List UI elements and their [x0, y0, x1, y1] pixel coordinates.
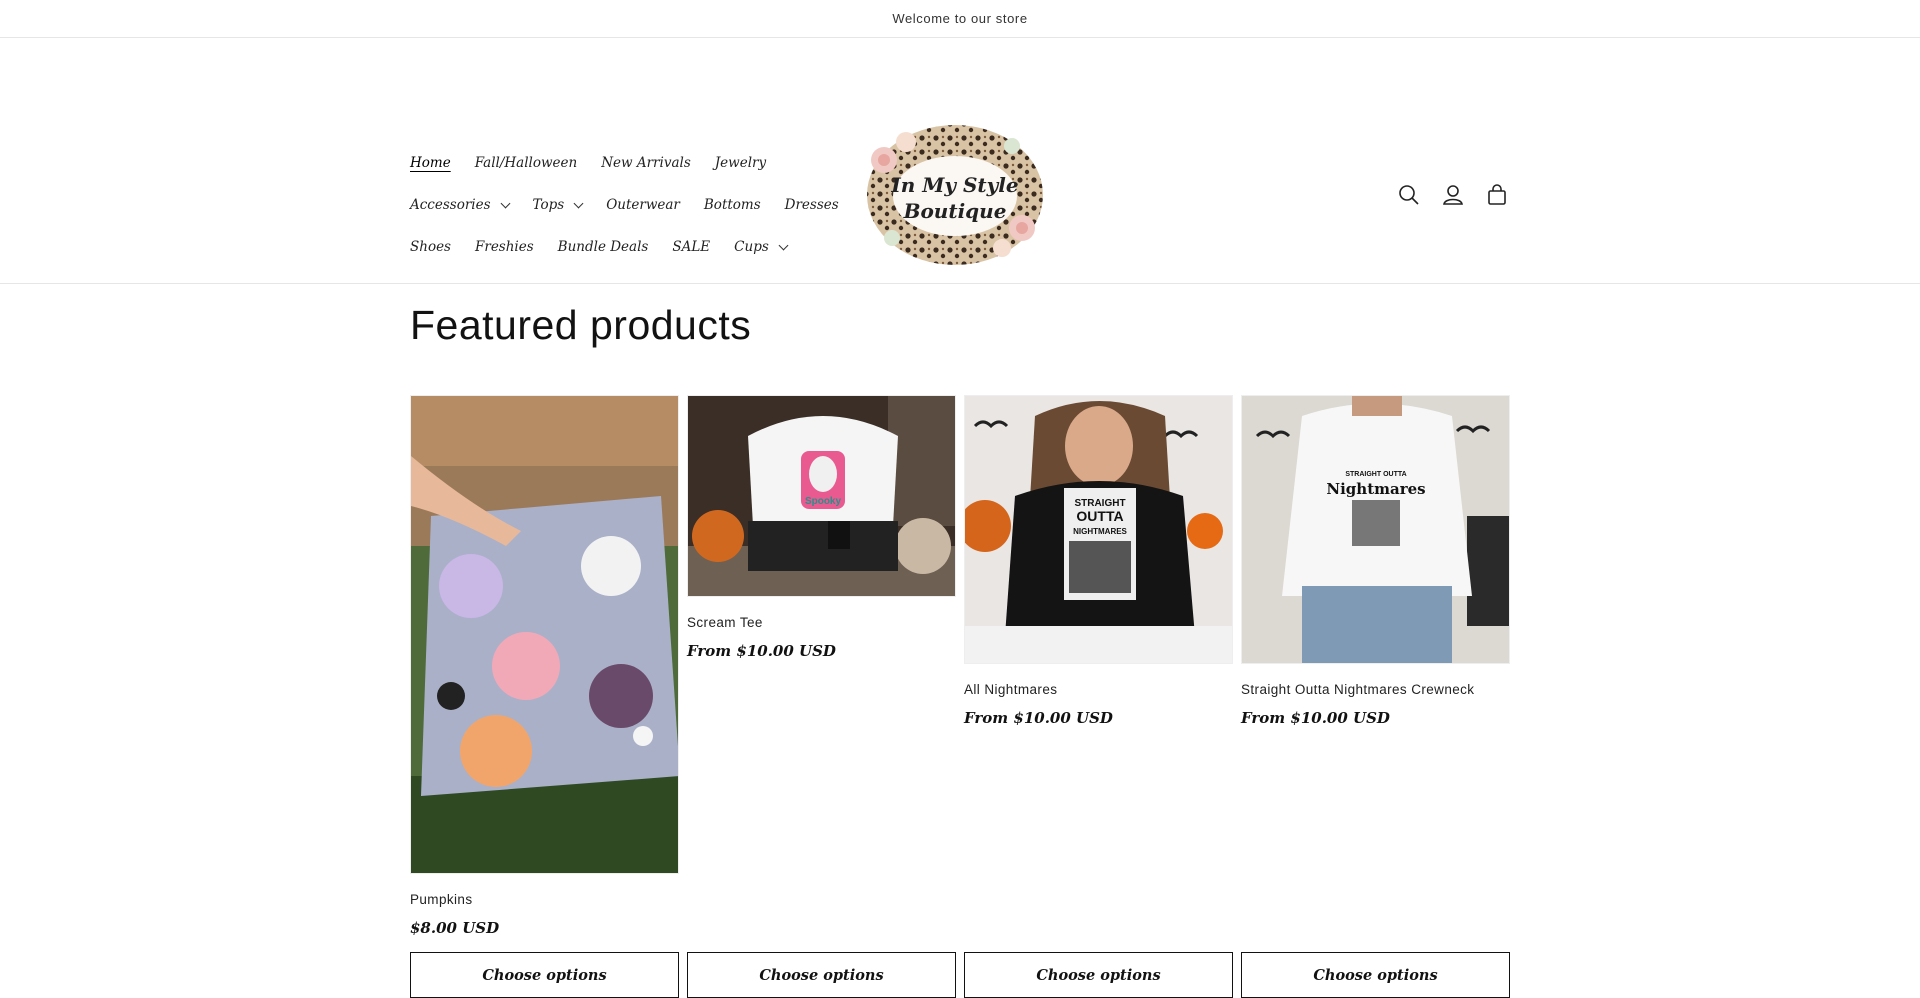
- logo-text-line2: Boutique: [903, 199, 1007, 223]
- nav-dresses[interactable]: Dresses: [785, 197, 839, 213]
- main-nav: Home Fall/Halloween New Arrivals Jewelry…: [410, 142, 839, 268]
- nav-accessories-label: Accessories: [410, 197, 491, 213]
- product-price: From $10.00 USD: [964, 709, 1113, 727]
- nav-sale[interactable]: SALE: [672, 239, 710, 255]
- nav-tops-label: Tops: [532, 197, 565, 213]
- logo-wreath-icon: In My Style Boutique: [867, 125, 1043, 265]
- search-icon[interactable]: [1398, 184, 1420, 206]
- crewneck-line2: Nightmares: [1326, 480, 1425, 498]
- nav-bottoms[interactable]: Bottoms: [704, 197, 761, 213]
- nav-accessories[interactable]: Accessories: [410, 197, 510, 213]
- product-card[interactable]: STRAIGHT OUTTA Nightmares Straight Outta…: [1241, 395, 1510, 727]
- choose-options-button[interactable]: Choose options: [1241, 952, 1510, 998]
- nav-bundle-deals[interactable]: Bundle Deals: [558, 239, 649, 255]
- nav-shoes[interactable]: Shoes: [410, 239, 451, 255]
- choose-options-button[interactable]: Choose options: [410, 952, 679, 998]
- product-card[interactable]: Pumpkins $8.00 USD: [410, 395, 679, 937]
- scream-image-text: Spooky: [805, 496, 842, 507]
- site-header: Home Fall/Halloween New Arrivals Jewelry…: [0, 38, 1920, 284]
- product-title[interactable]: Straight Outta Nightmares Crewneck: [1241, 682, 1510, 697]
- product-image[interactable]: STRAIGHT OUTTA Nightmares: [1241, 395, 1510, 664]
- nav-home[interactable]: Home: [410, 155, 451, 171]
- announcement-bar: Welcome to our store: [0, 0, 1920, 38]
- chevron-down-icon: [500, 198, 510, 208]
- chevron-down-icon: [573, 198, 584, 208]
- product-image[interactable]: Spooky: [687, 395, 956, 597]
- nightmares-line3: NIGHTMARES: [1073, 527, 1127, 536]
- nav-jewelry[interactable]: Jewelry: [715, 155, 766, 171]
- announcement-text: Welcome to our store: [892, 11, 1028, 26]
- product-title[interactable]: All Nightmares: [964, 682, 1233, 697]
- nav-fall-halloween[interactable]: Fall/Halloween: [475, 155, 578, 171]
- nav-freshies[interactable]: Freshies: [475, 239, 534, 255]
- header-icons: [1398, 184, 1508, 206]
- nightmares-line2: OUTTA: [1076, 508, 1123, 524]
- product-image[interactable]: [410, 395, 679, 874]
- section-title: Featured products: [410, 302, 752, 348]
- nav-new-arrivals[interactable]: New Arrivals: [601, 155, 691, 171]
- nav-outerwear[interactable]: Outerwear: [606, 197, 680, 213]
- choose-options-button[interactable]: Choose options: [964, 952, 1233, 998]
- store-logo[interactable]: In My Style Boutique: [862, 120, 1048, 270]
- product-card[interactable]: Spooky Scream Tee From $10.00 USD: [687, 395, 956, 660]
- product-price: $8.00 USD: [410, 919, 500, 937]
- nav-cups[interactable]: Cups: [734, 239, 789, 255]
- product-title[interactable]: Scream Tee: [687, 615, 956, 630]
- account-icon[interactable]: [1442, 184, 1464, 206]
- chevron-down-icon: [778, 240, 789, 250]
- nav-tops[interactable]: Tops: [532, 197, 584, 213]
- product-price: From $10.00 USD: [1241, 709, 1390, 727]
- product-card[interactable]: STRAIGHT OUTTA NIGHTMARES All Nightmares…: [964, 395, 1233, 727]
- choose-options-button[interactable]: Choose options: [687, 952, 956, 998]
- product-image[interactable]: STRAIGHT OUTTA NIGHTMARES: [964, 395, 1233, 664]
- logo-text-line1: In My Style: [890, 173, 1018, 197]
- product-price: From $10.00 USD: [687, 642, 836, 660]
- product-title[interactable]: Pumpkins: [410, 892, 679, 907]
- nav-cups-label: Cups: [734, 239, 769, 255]
- crewneck-line1: STRAIGHT OUTTA: [1345, 471, 1406, 478]
- cart-icon[interactable]: [1486, 184, 1508, 206]
